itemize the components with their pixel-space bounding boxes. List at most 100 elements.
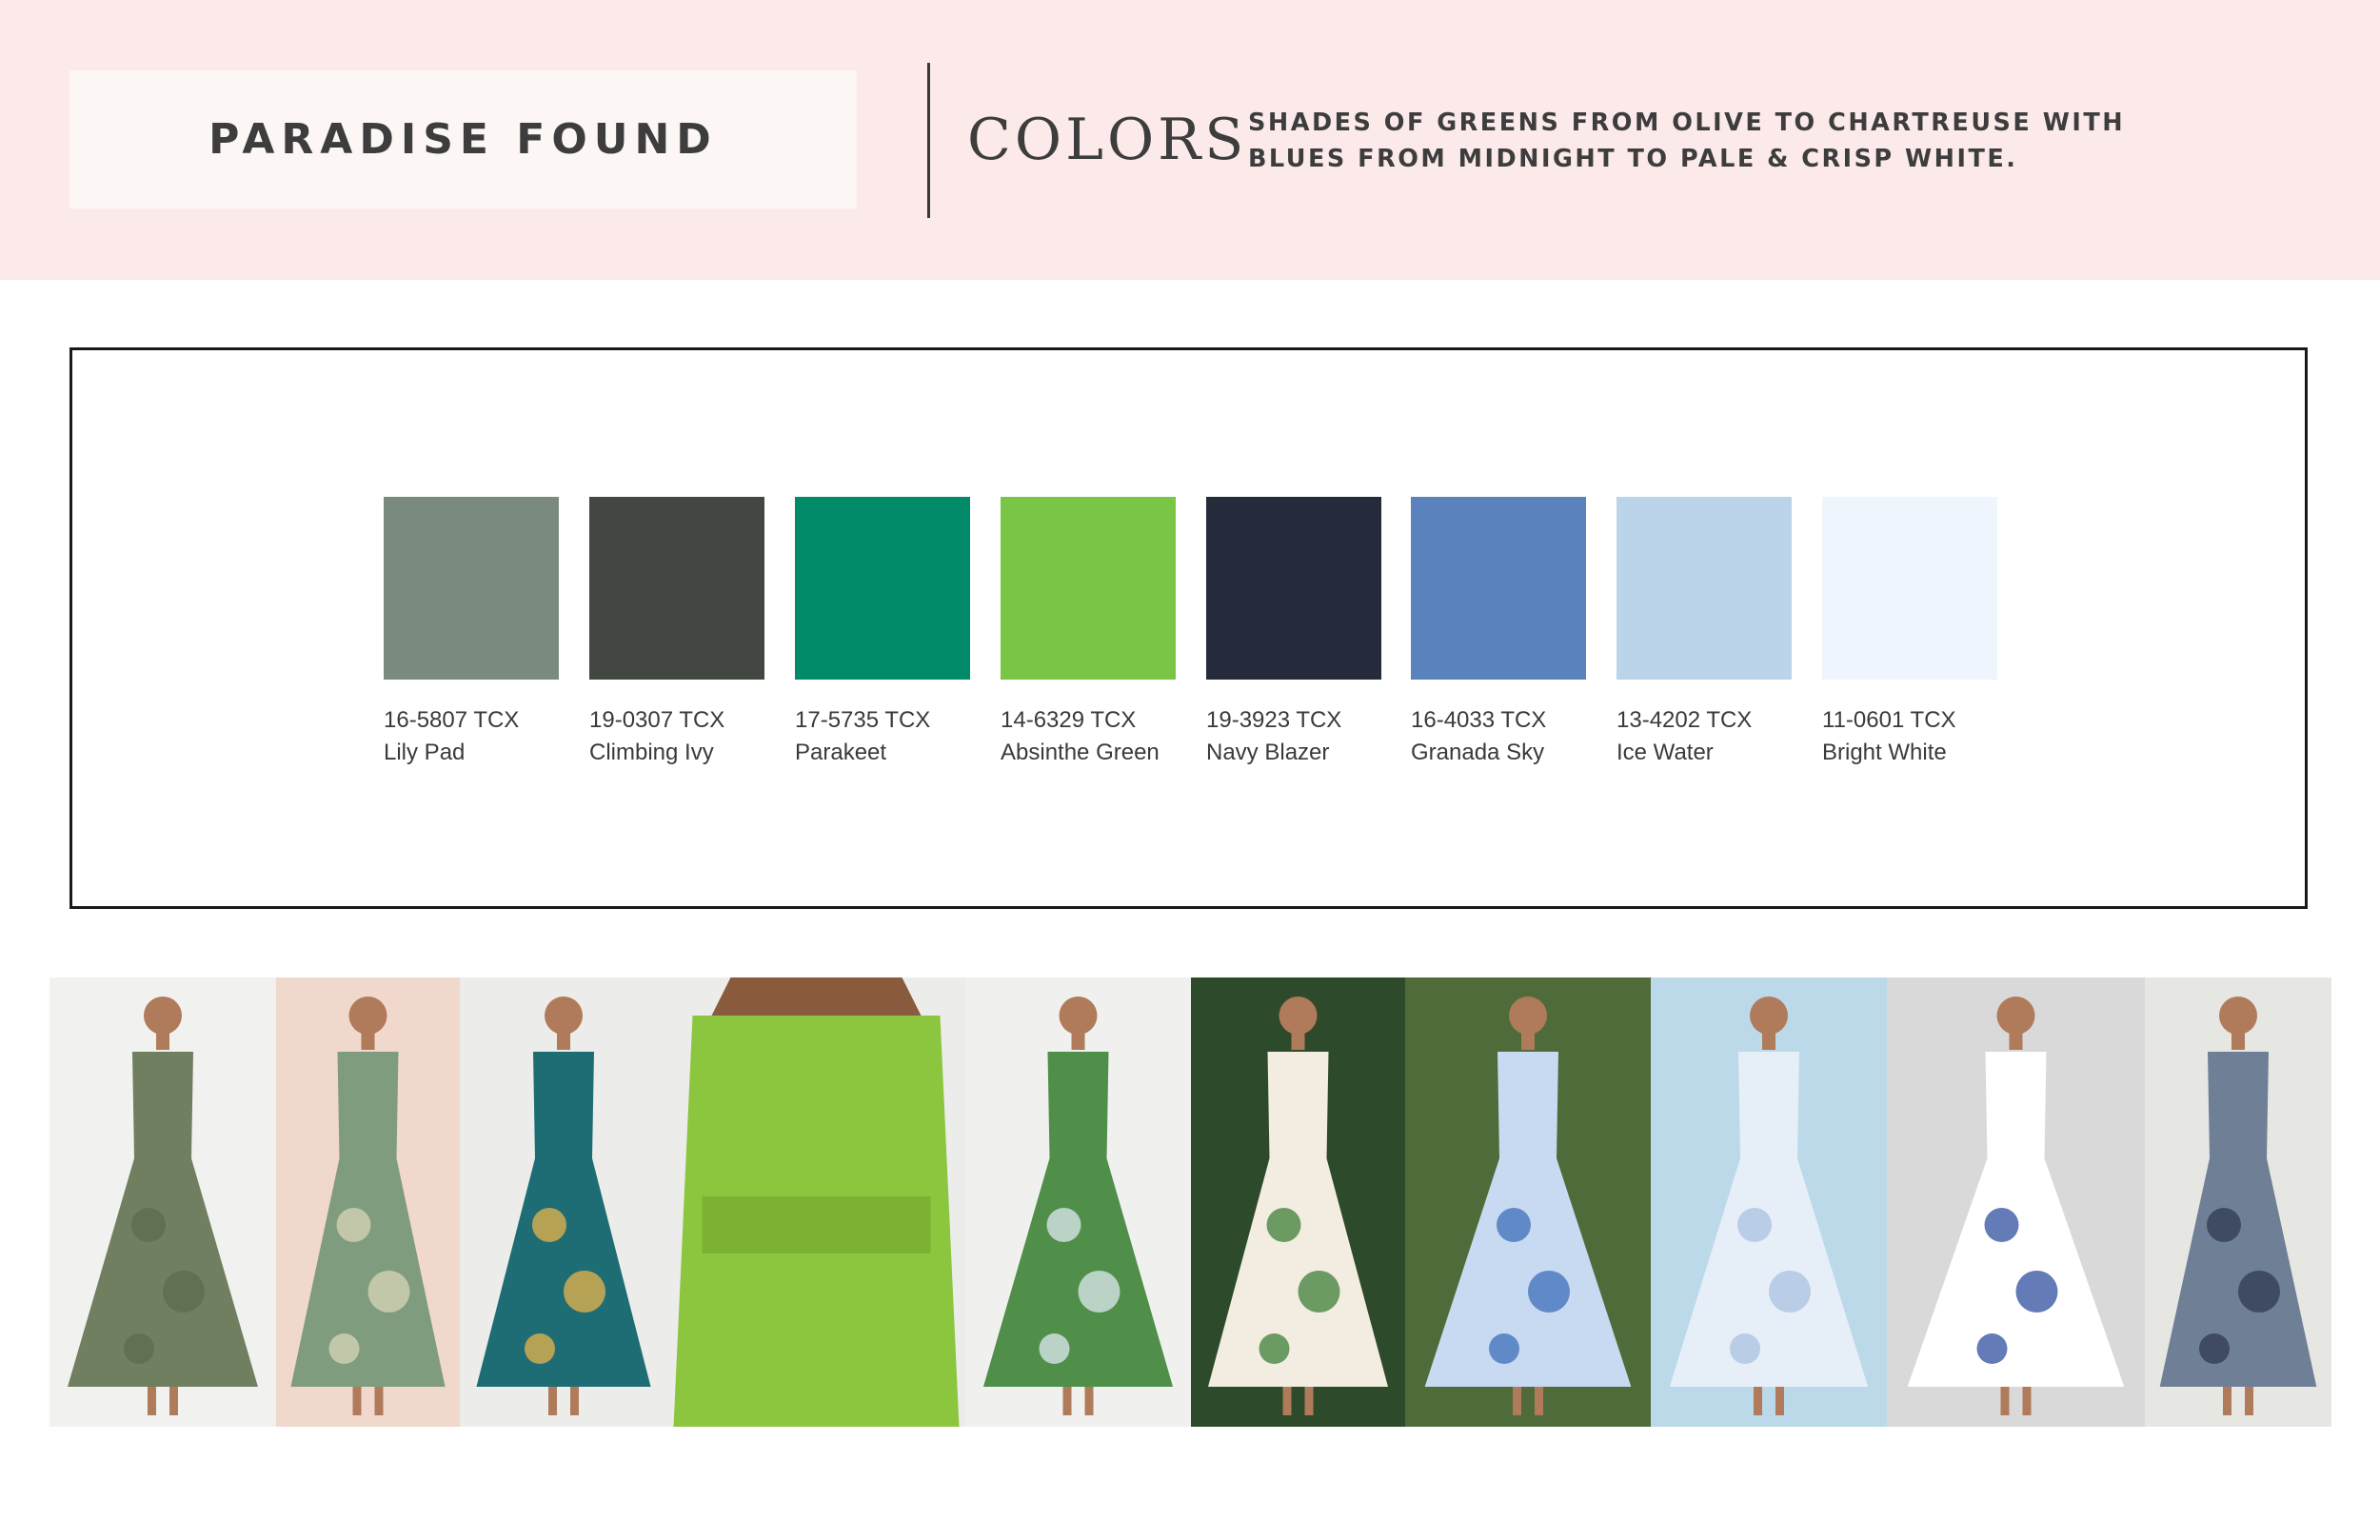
swatch-code: 11-0601 TCX: [1822, 707, 1956, 733]
model-head: [1059, 997, 1098, 1035]
print-motif: [2207, 1208, 2241, 1242]
dress-illustration: [460, 977, 667, 1427]
photo-green-leaf-maxi-dress: [965, 977, 1191, 1427]
print-motif: [532, 1208, 566, 1242]
dress-illustration: [1405, 977, 1651, 1427]
board-title: PARADISE FOUND: [208, 115, 718, 164]
header-divider: [927, 63, 930, 218]
swatch-code: 17-5735 TCX: [795, 707, 931, 733]
color-chip: [384, 497, 559, 680]
print-motif: [1039, 1333, 1070, 1364]
color-chip: [1616, 497, 1792, 680]
color-chip: [1822, 497, 1997, 680]
model-neck: [2231, 1033, 2245, 1050]
palette-description: SHADES OF GREENS FROM OLIVE TO CHARTREUS…: [1248, 105, 2200, 177]
model-leg: [548, 1387, 557, 1415]
swatch-name: Climbing Ivy: [589, 740, 714, 765]
dress-illustration: [50, 977, 276, 1427]
swatch-code: 16-4033 TCX: [1411, 707, 1547, 733]
photo-green-print-skirt-set: [276, 977, 460, 1427]
photo-olive-jumpsuit: [50, 977, 276, 1427]
photo-teal-floral-mini-dress: [460, 977, 667, 1427]
print-motif: [1266, 1208, 1301, 1242]
model-leg: [352, 1387, 362, 1415]
model-leg: [1304, 1387, 1314, 1415]
title-box: PARADISE FOUND: [69, 70, 857, 208]
model-neck: [557, 1033, 570, 1050]
print-motif: [1046, 1208, 1081, 1242]
photo-blue-floral-midi-dress: [1405, 977, 1651, 1427]
model-leg: [1513, 1387, 1521, 1415]
print-motif: [564, 1271, 605, 1313]
color-chip: [1206, 497, 1381, 680]
model-leg: [2223, 1387, 2231, 1415]
model-leg: [570, 1387, 579, 1415]
model-head: [1996, 997, 2035, 1035]
print-motif: [1737, 1208, 1772, 1242]
photo-gingham-maxi-dress: [2145, 977, 2331, 1427]
description-line-1: SHADES OF GREENS FROM OLIVE TO CHARTREUS…: [1248, 109, 2126, 137]
swatch-ice-water: 13-4202 TCX Ice Water: [1616, 497, 1792, 769]
model-neck: [1071, 1033, 1085, 1050]
model-head: [545, 997, 583, 1035]
color-chip: [1001, 497, 1176, 680]
print-motif: [1984, 1208, 2019, 1242]
print-motif: [328, 1333, 360, 1364]
print-motif: [1298, 1271, 1340, 1313]
model-leg: [1084, 1387, 1094, 1415]
header-banner: PARADISE FOUND COLORS SHADES OF GREENS F…: [0, 0, 2380, 280]
print-motif: [2238, 1271, 2280, 1313]
print-motif: [163, 1271, 205, 1313]
print-motif: [2015, 1271, 2058, 1313]
swatch-parakeet: 17-5735 TCX Parakeet: [795, 497, 970, 769]
model-head: [1750, 997, 1788, 1035]
print-motif: [124, 1333, 154, 1364]
model-leg: [1754, 1387, 1762, 1415]
model-leg: [169, 1387, 178, 1415]
dress-illustration: [276, 977, 460, 1427]
model-neck: [2009, 1033, 2023, 1050]
print-motif: [2199, 1333, 2230, 1364]
swatch-name: Parakeet: [795, 740, 887, 765]
model-leg: [1282, 1387, 1292, 1415]
model-leg: [1775, 1387, 1784, 1415]
model-neck: [156, 1033, 169, 1050]
model-leg: [374, 1387, 384, 1415]
swatch-name: Navy Blazer: [1206, 740, 1330, 765]
model-head: [348, 997, 387, 1035]
swatch-navy-blazer: 19-3923 TCX Navy Blazer: [1206, 497, 1381, 769]
swatch-climbing-ivy: 19-0307 TCX Climbing Ivy: [589, 497, 764, 769]
swatch-name: Bright White: [1822, 740, 1947, 765]
print-motif: [525, 1333, 555, 1364]
model-head: [1509, 997, 1547, 1035]
dress-waistband: [702, 1196, 931, 1254]
photo-pale-blue-midi-dress: [1651, 977, 1887, 1427]
photo-tropical-print-maxi-dress: [1191, 977, 1405, 1427]
swatch-code: 16-5807 TCX: [384, 707, 520, 733]
photo-lime-eyelet-dress: [667, 977, 965, 1427]
description-line-2: BLUES FROM MIDNIGHT TO PALE & CRISP WHIT…: [1248, 145, 2018, 173]
swatch-code: 19-3923 TCX: [1206, 707, 1342, 733]
print-motif: [1769, 1271, 1811, 1313]
model-neck: [361, 1033, 375, 1050]
model-leg: [2000, 1387, 2010, 1415]
print-motif: [1489, 1333, 1519, 1364]
swatch-name: Granada Sky: [1411, 740, 1545, 765]
swatch-lily-pad: 16-5807 TCX Lily Pad: [384, 497, 559, 769]
model-neck: [1521, 1033, 1535, 1050]
dress-illustration: [1191, 977, 1405, 1427]
swatch-code: 19-0307 TCX: [589, 707, 725, 733]
print-motif: [367, 1271, 410, 1313]
print-motif: [336, 1208, 371, 1242]
model-head: [144, 997, 182, 1035]
model-leg: [2245, 1387, 2253, 1415]
swatch-code: 14-6329 TCX: [1001, 707, 1137, 733]
print-motif: [1730, 1333, 1760, 1364]
color-chip: [589, 497, 764, 680]
dress-illustration: [1651, 977, 1887, 1427]
dress-illustration: [667, 977, 965, 1427]
swatch-bright-white: 11-0601 TCX Bright White: [1822, 497, 1997, 769]
section-label: COLORS: [967, 107, 1248, 173]
swatch-absinthe-green: 14-6329 TCX Absinthe Green: [1001, 497, 1176, 769]
model-neck: [1762, 1033, 1775, 1050]
